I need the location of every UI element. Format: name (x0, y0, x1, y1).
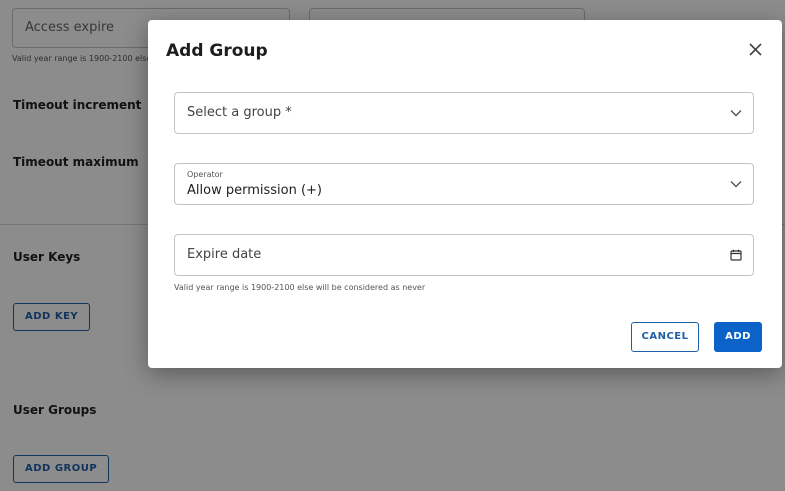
dialog-title: Add Group (166, 41, 268, 61)
cancel-button[interactable]: CANCEL (631, 322, 699, 352)
add-button[interactable]: ADD (714, 322, 762, 352)
expire-date-helper: Valid year range is 1900-2100 else will … (174, 283, 426, 292)
close-icon[interactable] (744, 38, 766, 60)
calendar-icon[interactable] (729, 248, 743, 262)
group-select-placeholder: Select a group * (187, 105, 292, 120)
add-group-dialog: Add Group Select a group * Operator Allo… (148, 20, 782, 368)
chevron-down-icon (729, 177, 743, 191)
group-select[interactable]: Select a group * (174, 92, 754, 134)
operator-label: Operator (187, 170, 223, 179)
operator-select[interactable]: Operator Allow permission (+) (174, 163, 754, 205)
expire-date-placeholder: Expire date (187, 247, 262, 262)
chevron-down-icon (729, 106, 743, 120)
expire-date-field[interactable]: Expire date (174, 234, 754, 276)
operator-value: Allow permission (+) (187, 183, 322, 198)
